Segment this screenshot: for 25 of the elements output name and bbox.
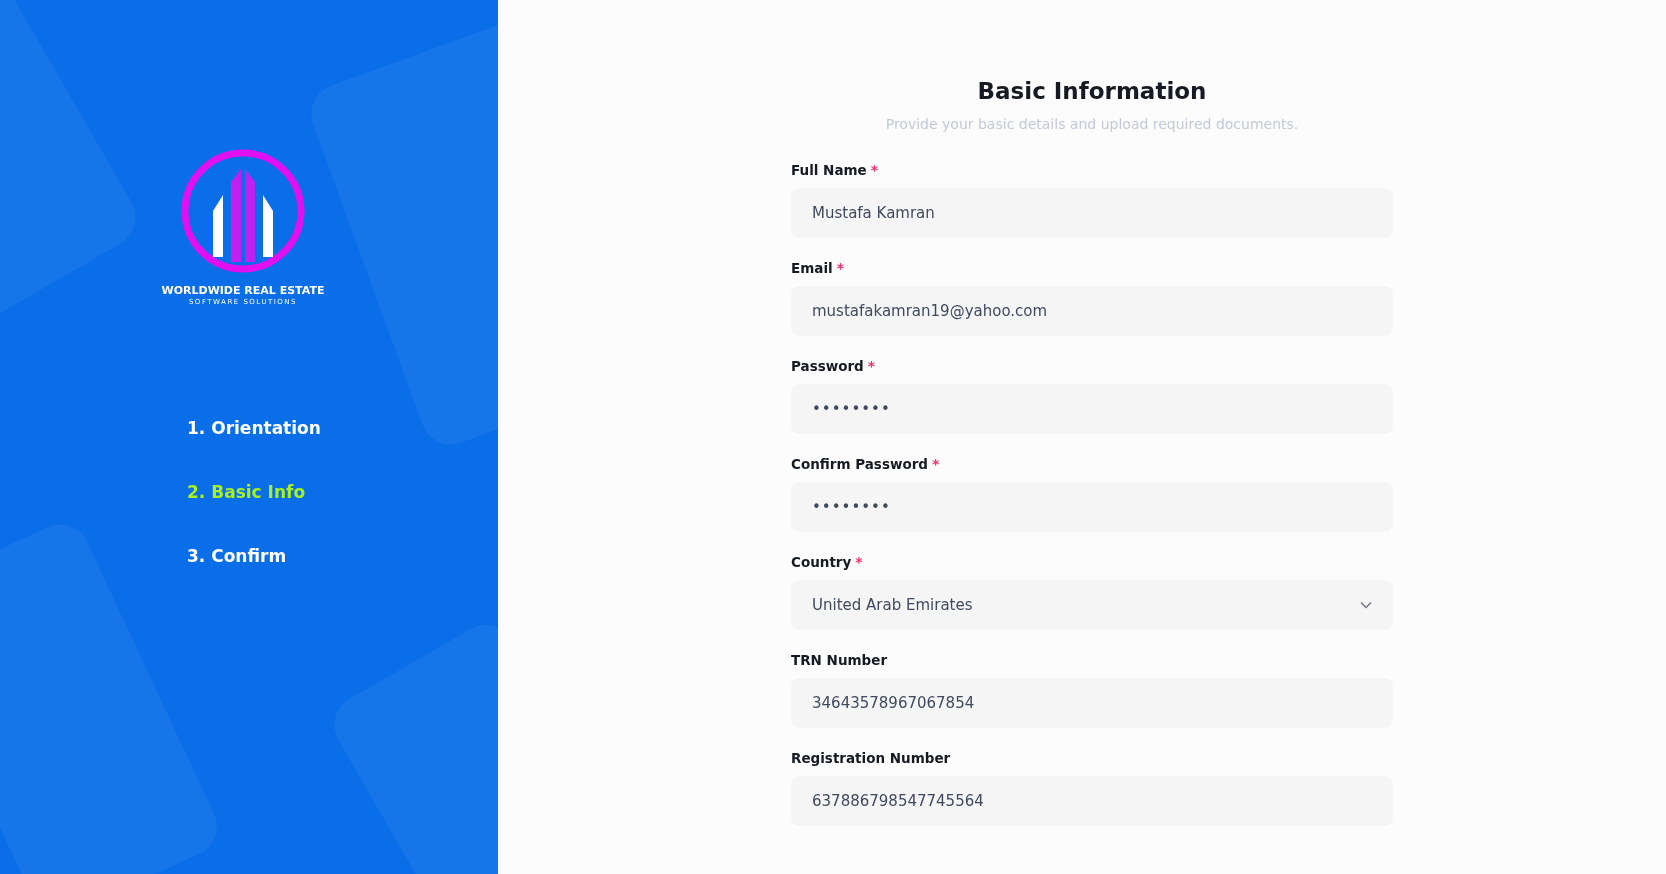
required-mark: * xyxy=(836,260,844,276)
field-label: Full Name xyxy=(791,162,867,178)
form-title: Basic Information xyxy=(976,78,1208,104)
chevron-down-icon xyxy=(1360,601,1372,609)
field-label: Country xyxy=(791,554,852,570)
input-field[interactable]: 34643578967067854 xyxy=(791,678,1393,728)
step-link[interactable]: 3. Confirm xyxy=(187,546,287,566)
field-label: Confirm Password xyxy=(791,456,928,472)
field-label: Registration Number xyxy=(791,750,951,766)
field-label: Email xyxy=(791,260,833,276)
country-dropdown[interactable]: United Arab Emirates xyxy=(791,580,1393,630)
brand-name: WORLDWIDE REAL ESTATE xyxy=(161,284,325,297)
input-field[interactable]: 637886798547745564 xyxy=(791,776,1393,826)
input-field[interactable]: mustafakamran19@yahoo.com xyxy=(791,286,1393,336)
field-label: TRN Number xyxy=(791,652,888,668)
required-mark: * xyxy=(867,358,876,374)
required-mark: * xyxy=(855,554,863,570)
field-label: Password xyxy=(791,358,864,374)
required-mark: * xyxy=(932,456,940,472)
step-link[interactable]: 1. Orientation xyxy=(187,418,321,438)
password-field[interactable]: •••••••• xyxy=(791,482,1393,532)
password-field[interactable]: •••••••• xyxy=(791,384,1393,434)
form-subtitle: Provide your basic details and upload required documents. xyxy=(884,116,1300,132)
required-mark: * xyxy=(870,162,879,178)
input-field[interactable]: Mustafa Kamran xyxy=(791,188,1393,238)
